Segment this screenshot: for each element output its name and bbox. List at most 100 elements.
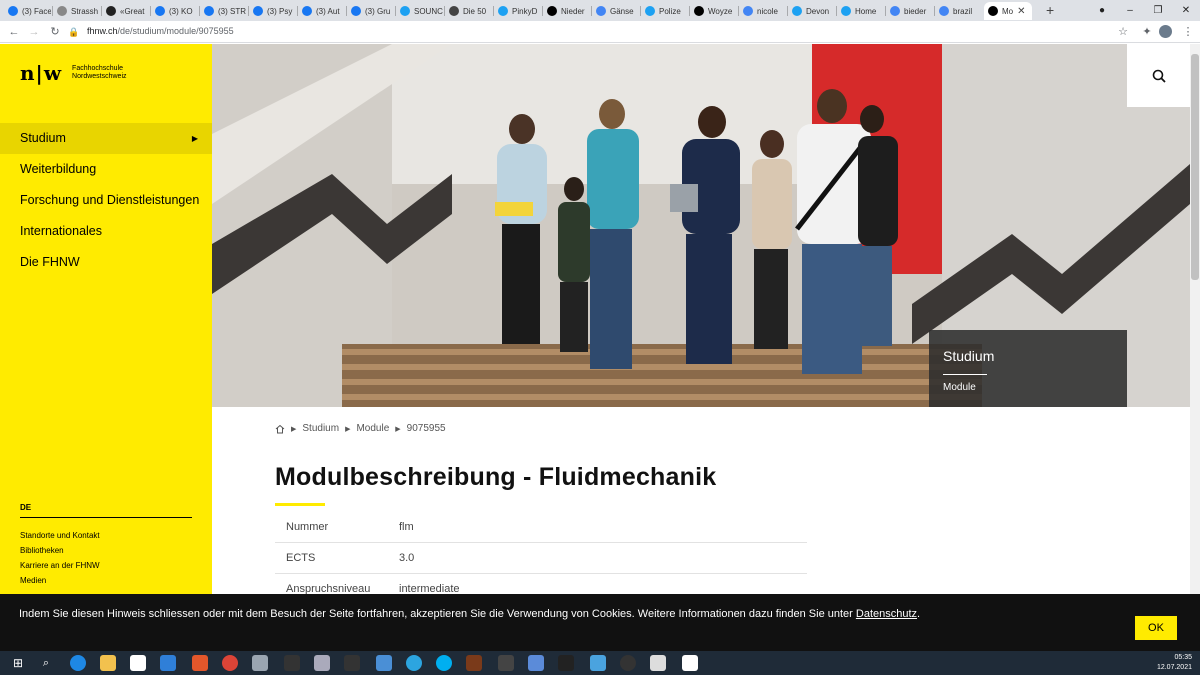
browser-tab[interactable]: (3) Aut <box>298 2 345 20</box>
url-field[interactable]: fhnw.ch/de/studium/module/9075955 <box>87 26 234 36</box>
nav-item-forschung[interactable]: Forschung und Dienstleistungen <box>0 185 212 216</box>
skype-icon[interactable] <box>436 655 452 671</box>
maximize-icon[interactable]: ❐ <box>1144 0 1172 21</box>
windows-start-icon[interactable]: ⊞ <box>10 655 26 671</box>
breadcrumb-item-studium[interactable]: Studium <box>302 423 339 434</box>
lock-icon[interactable]: 🔒 <box>66 24 82 40</box>
cookie-suffix: . <box>917 608 921 620</box>
tab-favicon-icon <box>645 6 655 16</box>
nav-item-internationales[interactable]: Internationales <box>0 216 212 247</box>
browser-tab[interactable]: Devon <box>788 2 835 20</box>
breadcrumb-item-module[interactable]: Module <box>356 423 389 434</box>
nav-item-studium[interactable]: Studium ▶ <box>0 123 212 154</box>
browser-tab[interactable]: Home <box>837 2 884 20</box>
reload-icon[interactable]: ↻ <box>47 24 63 40</box>
browser-tab[interactable]: Woyze <box>690 2 737 20</box>
minimize-icon[interactable]: – <box>1116 0 1144 21</box>
file-explorer-icon[interactable] <box>100 655 116 671</box>
app-icon[interactable] <box>620 655 636 671</box>
new-tab-button[interactable]: + <box>1046 2 1054 18</box>
browser-tab[interactable]: «Great <box>102 2 149 20</box>
tab-label: Polize <box>659 6 681 16</box>
browser-tab[interactable]: Die 50 <box>445 2 492 20</box>
browser-tab[interactable]: brazil <box>935 2 982 20</box>
app-icon[interactable] <box>344 655 360 671</box>
app-icon[interactable] <box>376 655 392 671</box>
tab-label: Mo <box>1002 6 1014 16</box>
address-bar: ← → ↻ 🔒 fhnw.ch/de/studium/module/907595… <box>0 21 1200 43</box>
footer-link-bibliotheken[interactable]: Bibliotheken <box>20 546 64 555</box>
browser-tab[interactable]: Gänse <box>592 2 639 20</box>
tab-label: (3) Gru <box>365 6 391 16</box>
system-clock[interactable]: 05:35 12.07.2021 <box>1157 653 1192 673</box>
fhnw-logo[interactable]: n|w Fachhochschule Nordwestschweiz <box>20 61 127 85</box>
browser-tab[interactable]: nicole <box>739 2 786 20</box>
search-icon[interactable]: ⌕ <box>38 655 54 671</box>
extensions-icon[interactable]: ✦ <box>1139 24 1155 40</box>
browser-tab[interactable]: (3) Face <box>4 2 51 20</box>
tab-label: «Great <box>120 6 145 16</box>
browser-tab[interactable]: (3) STR <box>200 2 247 20</box>
caret-right-icon: ▶ <box>191 134 198 143</box>
app-icon[interactable] <box>650 655 666 671</box>
tab-favicon-icon <box>694 6 704 16</box>
privacy-link[interactable]: Datenschutz <box>856 608 917 620</box>
tab-favicon-icon <box>8 6 18 16</box>
tab-active[interactable]: Mo ✕ <box>984 2 1032 20</box>
logo-name: Fachhochschule Nordwestschweiz <box>72 65 126 81</box>
forward-icon[interactable]: → <box>26 24 42 40</box>
edge-icon[interactable] <box>70 655 86 671</box>
tab-close-icon[interactable]: ✕ <box>1017 6 1025 17</box>
app-icon[interactable] <box>284 655 300 671</box>
tab-favicon-icon <box>204 6 214 16</box>
breadcrumb-separator-icon: ▶ <box>291 425 297 433</box>
app-icon[interactable] <box>498 655 514 671</box>
cookie-ok-button[interactable]: OK <box>1135 616 1177 640</box>
app-icon[interactable] <box>466 655 482 671</box>
menu-kebab-icon[interactable]: ⋮ <box>1180 24 1196 40</box>
app-icon[interactable] <box>314 655 330 671</box>
browser-tab[interactable]: PinkyD <box>494 2 541 20</box>
app-icon[interactable] <box>558 655 574 671</box>
browser-tab[interactable]: bieder <box>886 2 933 20</box>
footer-link-medien[interactable]: Medien <box>20 576 46 585</box>
telegram-icon[interactable] <box>406 655 422 671</box>
scrollbar-thumb[interactable] <box>1191 54 1199 280</box>
tab-favicon-icon <box>155 6 165 16</box>
browser-tab[interactable]: SOUNC <box>396 2 443 20</box>
cookie-banner: Indem Sie diesen Hinweis schliessen oder… <box>0 594 1200 651</box>
table-row: Anspruchsniveau intermediate <box>275 575 807 594</box>
language-selector[interactable]: DE <box>20 503 31 512</box>
search-button[interactable] <box>1127 44 1190 107</box>
bookmark-star-icon[interactable]: ☆ <box>1115 24 1131 40</box>
tab-favicon-icon <box>498 6 508 16</box>
browser-tab[interactable]: (3) KO <box>151 2 198 20</box>
tab-label: Gänse <box>610 6 634 16</box>
browser-tab[interactable]: Nieder <box>543 2 590 20</box>
browser-tab[interactable]: Strassh <box>53 2 100 20</box>
title-underline <box>275 503 325 506</box>
back-icon[interactable]: ← <box>6 24 22 40</box>
close-window-icon[interactable]: ✕ <box>1172 0 1200 21</box>
nav-item-die-fhnw[interactable]: Die FHNW <box>0 247 212 278</box>
app-icon[interactable] <box>590 655 606 671</box>
footer-link-karriere[interactable]: Karriere an der FHNW <box>20 561 100 570</box>
sidebar: n|w Fachhochschule Nordwestschweiz Studi… <box>0 44 212 594</box>
security-shield-icon[interactable] <box>682 655 698 671</box>
footer-link-standorte[interactable]: Standorte und Kontakt <box>20 531 100 540</box>
app-icon[interactable] <box>528 655 544 671</box>
app-icon[interactable] <box>252 655 268 671</box>
browser-tab[interactable]: (3) Gru <box>347 2 394 20</box>
browser-tab[interactable]: Polize <box>641 2 688 20</box>
mail-icon[interactable] <box>160 655 176 671</box>
chrome-icon[interactable] <box>222 655 238 671</box>
avatar[interactable] <box>1159 25 1172 38</box>
store-icon[interactable] <box>130 655 146 671</box>
profile-menu-icon[interactable]: ● <box>1088 0 1116 21</box>
app-icon[interactable] <box>192 655 208 671</box>
home-icon[interactable] <box>275 424 285 434</box>
nav-item-weiterbildung[interactable]: Weiterbildung <box>0 154 212 185</box>
tab-favicon-icon <box>351 6 361 16</box>
tab-label: Die 50 <box>463 6 487 16</box>
browser-tab[interactable]: (3) Psy <box>249 2 296 20</box>
